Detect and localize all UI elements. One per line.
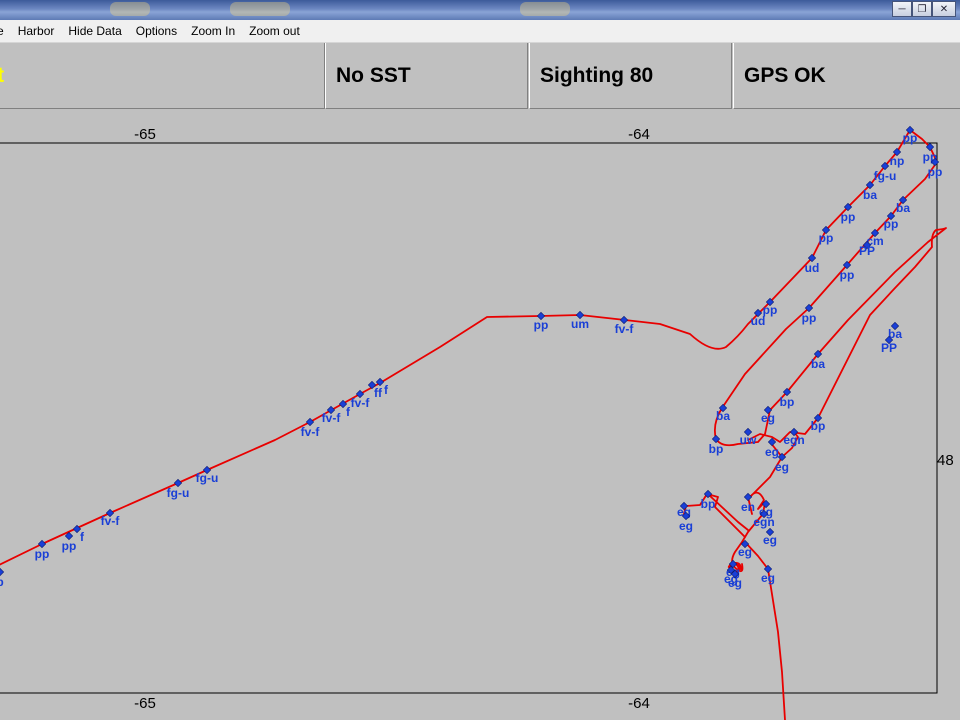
sighting-label: pp (841, 210, 856, 224)
maximize-button[interactable]: ❐ (912, 1, 932, 17)
sighting-label: fg-u (167, 486, 190, 500)
sighting-label: ba (863, 188, 877, 202)
sighting-label: pp (35, 547, 50, 561)
sighting-label: pp (819, 231, 834, 245)
track-segment-main (0, 129, 938, 566)
sighting-label: eg (763, 533, 777, 547)
sighting-label: PP (859, 244, 875, 258)
sighting-label: ud (805, 261, 820, 275)
status-bar: rt No SST Sighting 80 GPS OK (0, 43, 960, 111)
window-title-bar: ─ ❐ ✕ (0, 0, 960, 20)
sighting-label: f (384, 383, 389, 397)
sighting-label: ba (896, 201, 910, 215)
close-button[interactable]: ✕ (932, 1, 956, 17)
status-panel-sighting: Sighting 80 (529, 43, 732, 109)
sighting-label: PP (881, 341, 897, 355)
sighting-label: bp (709, 442, 724, 456)
axis-label-bottom: -65 (134, 695, 156, 712)
sighting-label: pp (903, 131, 918, 145)
title-bar-decoration (520, 2, 570, 16)
menu-item-file[interactable]: e (0, 20, 11, 42)
axis-label-right: 48 (937, 452, 954, 469)
menu-item-zoom-out[interactable]: Zoom out (242, 20, 307, 42)
sighting-label: fg-u (874, 169, 897, 183)
sighting-label: pp (763, 303, 778, 317)
sighting-label: eg (738, 545, 752, 559)
sighting-label: pp (534, 318, 549, 332)
track-segment-return (713, 161, 947, 447)
sighting-label: pp (928, 165, 943, 179)
status-sst-text: No SST (336, 63, 411, 87)
sighting-label: fv-f (101, 514, 121, 528)
status-panel-gps: GPS OK (733, 43, 960, 109)
status-gps-text: GPS OK (744, 63, 826, 87)
axis-label-bottom: -64 (628, 695, 650, 712)
sighting-label: bp (780, 395, 795, 409)
close-icon: ✕ (939, 3, 949, 15)
maximize-icon: ❐ (917, 3, 927, 15)
menu-bar: e Harbor Hide Data Options Zoom In Zoom … (0, 20, 960, 43)
title-bar-decoration (110, 2, 150, 16)
axis-label-top: -64 (628, 126, 650, 143)
sighting-markers: pppppffv-ffg-ufg-ufv-ffv-fffv-ffffppumfv… (0, 125, 943, 590)
minimize-icon: ─ (898, 3, 906, 15)
sighting-label: pp (840, 268, 855, 282)
sighting-label: ba (716, 409, 730, 423)
sighting-label: eg (761, 411, 775, 425)
status-sighting-text: Sighting 80 (540, 63, 654, 87)
sighting-label: egn (783, 433, 804, 447)
sighting-label: np (890, 154, 905, 168)
sighting-label: bp (811, 419, 826, 433)
sighting-label: ba (811, 357, 825, 371)
title-bar-decoration (230, 2, 290, 16)
status-start-text: rt (0, 64, 4, 88)
minimize-button[interactable]: ─ (892, 1, 912, 17)
axis-label-top: -65 (134, 126, 156, 143)
map-canvas[interactable]: -65 -64 -65 -64 48 pppppffv-ffg-ufg-ufv-… (0, 112, 960, 720)
sighting-label: pp (802, 311, 817, 325)
sighting-label: ff (374, 386, 383, 400)
sighting-label: bp (701, 497, 716, 511)
sighting-label: eg (728, 576, 742, 590)
status-panel-start: rt (0, 43, 325, 109)
sighting-label: fg-u (196, 471, 219, 485)
vessel-track (0, 129, 947, 720)
sighting-label: pp (884, 217, 899, 231)
menu-item-harbor[interactable]: Harbor (11, 20, 62, 42)
window-controls: ─ ❐ ✕ (892, 1, 956, 18)
sighting-label: fv-f (322, 411, 342, 425)
menu-item-hide-data[interactable]: Hide Data (61, 20, 128, 42)
track-segment-cross (683, 493, 749, 538)
sighting-label: fv-f (351, 396, 371, 410)
sighting-label: egn (753, 515, 774, 529)
map-frame (0, 142, 938, 694)
sighting-label: eg (775, 460, 789, 474)
sighting-label: uw (740, 433, 757, 447)
sighting-label: eg (765, 445, 779, 459)
sighting-label: en (741, 500, 755, 514)
sighting-label: fv-f (615, 322, 635, 336)
sighting-label: f (80, 530, 85, 544)
menu-item-options[interactable]: Options (129, 20, 184, 42)
sighting-label: eg (679, 519, 693, 533)
sighting-label: p (0, 575, 4, 589)
menu-item-zoom-in[interactable]: Zoom In (184, 20, 242, 42)
sighting-label: eg (761, 571, 775, 585)
sighting-label: um (571, 317, 589, 331)
sighting-label: fv-f (301, 425, 321, 439)
sighting-label: pp (62, 539, 77, 553)
track-map[interactable]: -65 -64 -65 -64 48 pppppffv-ffg-ufg-ufv-… (0, 112, 960, 720)
status-panel-sst: No SST (325, 43, 528, 109)
